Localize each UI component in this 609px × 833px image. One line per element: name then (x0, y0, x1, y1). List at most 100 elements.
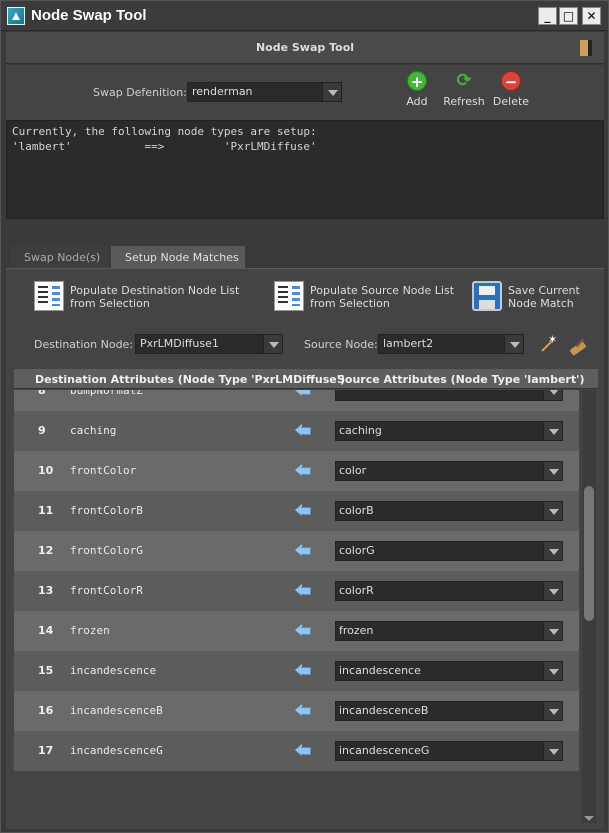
scrollbar-thumb[interactable] (584, 486, 594, 621)
destination-attribute-name: incandescenceB (70, 704, 163, 717)
arrow-left-icon[interactable] (295, 583, 311, 597)
source-attribute-value: colorG (339, 544, 375, 557)
table-row: 9 caching caching (14, 411, 579, 451)
table-row: 14 frozen frozen (14, 611, 579, 651)
attributes-table-header: Destination Attributes (Node Type 'PxrLM… (14, 369, 598, 389)
source-attribute-dropdown[interactable]: incandescenceG (335, 741, 563, 761)
vertical-scrollbar[interactable] (582, 390, 596, 823)
tab-setup-node-matches[interactable]: Setup Node Matches (111, 246, 245, 268)
list-icon (274, 281, 304, 311)
source-node-dropdown[interactable]: lambert2 (378, 334, 524, 354)
chevron-down-icon[interactable] (263, 335, 282, 353)
destination-attribute-name: bumpNormalZ (70, 390, 143, 397)
arrow-left-icon[interactable] (295, 703, 311, 717)
source-attribute-dropdown[interactable] (335, 390, 563, 401)
table-row: 17 incandescenceG incandescenceG (14, 731, 579, 771)
chevron-down-icon[interactable] (543, 542, 562, 560)
refresh-arrows-icon: ⟳ (456, 70, 472, 91)
populate-destination-label: Populate Destination Node List from Sele… (70, 284, 239, 310)
row-number: 9 (38, 424, 46, 437)
source-attribute-value: frozen (339, 624, 374, 637)
destination-attribute-name: caching (70, 424, 117, 437)
setup-info-textarea[interactable]: Currently, the following node types are … (6, 120, 604, 219)
chevron-down-icon[interactable] (543, 390, 562, 400)
swap-definition-value: renderman (192, 85, 253, 98)
table-row: 10 frontColor color (14, 451, 579, 491)
swap-definition-bar: Swap Defenition: renderman + Add ⟳ Refre… (6, 65, 604, 120)
chevron-down-icon[interactable] (322, 83, 341, 101)
title-bar[interactable]: Node Swap Tool _ □ ✕ (1, 1, 608, 31)
source-attribute-dropdown[interactable]: frozen (335, 621, 563, 641)
maya-app-icon (7, 7, 25, 25)
dock-toggle-icon[interactable] (580, 40, 592, 56)
source-attribute-value: color (339, 464, 367, 477)
chevron-down-icon[interactable] (543, 702, 562, 720)
arrow-left-icon[interactable] (295, 503, 311, 517)
row-number: 16 (38, 704, 54, 717)
setup-node-matches-panel: Populate Destination Node List from Sele… (6, 268, 604, 829)
destination-attribute-name: frontColor (70, 464, 137, 477)
node-swap-tool-window: Node Swap Tool _ □ ✕ Node Swap Tool Swap… (0, 0, 609, 833)
arrow-left-icon[interactable] (295, 623, 311, 637)
scroll-down-arrow-icon[interactable] (584, 813, 594, 823)
destination-attributes-header: Destination Attributes (Node Type 'PxrLM… (35, 373, 346, 386)
destination-node-value: PxrLMDiffuse1 (140, 337, 219, 350)
maximize-button[interactable]: □ (559, 7, 578, 25)
source-attribute-value: incandescence (339, 664, 421, 677)
chevron-down-icon[interactable] (543, 462, 562, 480)
swap-definition-dropdown[interactable]: renderman (187, 82, 342, 102)
chevron-down-icon[interactable] (543, 662, 562, 680)
save-node-match-label-line2: Node Match (508, 297, 574, 310)
tool-header-title: Node Swap Tool (255, 41, 355, 54)
delete-button-label: Delete (492, 95, 530, 108)
populate-destination-label-line1: Populate Destination Node List (70, 284, 240, 297)
minus-circle-icon: − (501, 71, 521, 91)
arrow-left-icon[interactable] (295, 463, 311, 477)
table-row: 15 incandescence incandescence (14, 651, 579, 691)
source-attribute-dropdown[interactable]: color (335, 461, 563, 481)
populate-source-label: Populate Source Node List from Selection (310, 284, 454, 310)
chevron-down-icon[interactable] (543, 742, 562, 760)
row-number: 12 (38, 544, 54, 557)
destination-attribute-name: incandescence (70, 664, 157, 677)
source-attribute-dropdown[interactable]: caching (335, 421, 563, 441)
source-attribute-dropdown[interactable]: colorR (335, 581, 563, 601)
source-attribute-dropdown[interactable]: colorG (335, 541, 563, 561)
source-node-label: Source Node: (304, 338, 378, 351)
populate-destination-label-line2: from Selection (70, 297, 150, 310)
tool-header: Node Swap Tool (6, 32, 604, 64)
delete-button[interactable]: − Delete (481, 71, 541, 108)
plus-circle-icon: + (407, 71, 427, 91)
save-node-match-label-line1: Save Current (508, 284, 580, 297)
row-number: 17 (38, 744, 54, 757)
arrow-left-icon[interactable] (295, 663, 311, 677)
chevron-down-icon[interactable] (504, 335, 523, 353)
brush-icon[interactable] (568, 336, 588, 356)
close-button[interactable]: ✕ (582, 7, 601, 25)
arrow-left-icon[interactable] (295, 390, 311, 397)
source-attribute-dropdown[interactable]: incandescenceB (335, 701, 563, 721)
row-number: 13 (38, 584, 54, 597)
list-icon (34, 281, 64, 311)
magic-wand-icon[interactable] (538, 333, 557, 355)
source-attribute-dropdown[interactable]: incandescence (335, 661, 563, 681)
chevron-down-icon[interactable] (543, 622, 562, 640)
destination-node-label: Destination Node: (34, 338, 134, 351)
minimize-button[interactable]: _ (538, 7, 557, 25)
arrow-left-icon[interactable] (295, 543, 311, 557)
attributes-table-body: 8 bumpNormalZ 9 caching caching 10 frontColor c… (14, 390, 579, 830)
arrow-left-icon[interactable] (295, 743, 311, 757)
chevron-down-icon[interactable] (543, 422, 562, 440)
chevron-down-icon[interactable] (543, 582, 562, 600)
add-button-label: Add (406, 95, 428, 108)
destination-attribute-name: frozen (70, 624, 110, 637)
chevron-down-icon[interactable] (543, 502, 562, 520)
destination-attribute-name: frontColorG (70, 544, 143, 557)
source-attributes-header: Source Attributes (Node Type 'lambert') (337, 373, 585, 386)
arrow-left-icon[interactable] (295, 423, 311, 437)
source-attribute-dropdown[interactable]: colorB (335, 501, 563, 521)
destination-attribute-name: frontColorR (70, 584, 143, 597)
swap-definition-label: Swap Defenition: (93, 86, 187, 99)
destination-node-dropdown[interactable]: PxrLMDiffuse1 (135, 334, 283, 354)
tab-swap-nodes[interactable]: Swap Node(s) (10, 246, 108, 268)
